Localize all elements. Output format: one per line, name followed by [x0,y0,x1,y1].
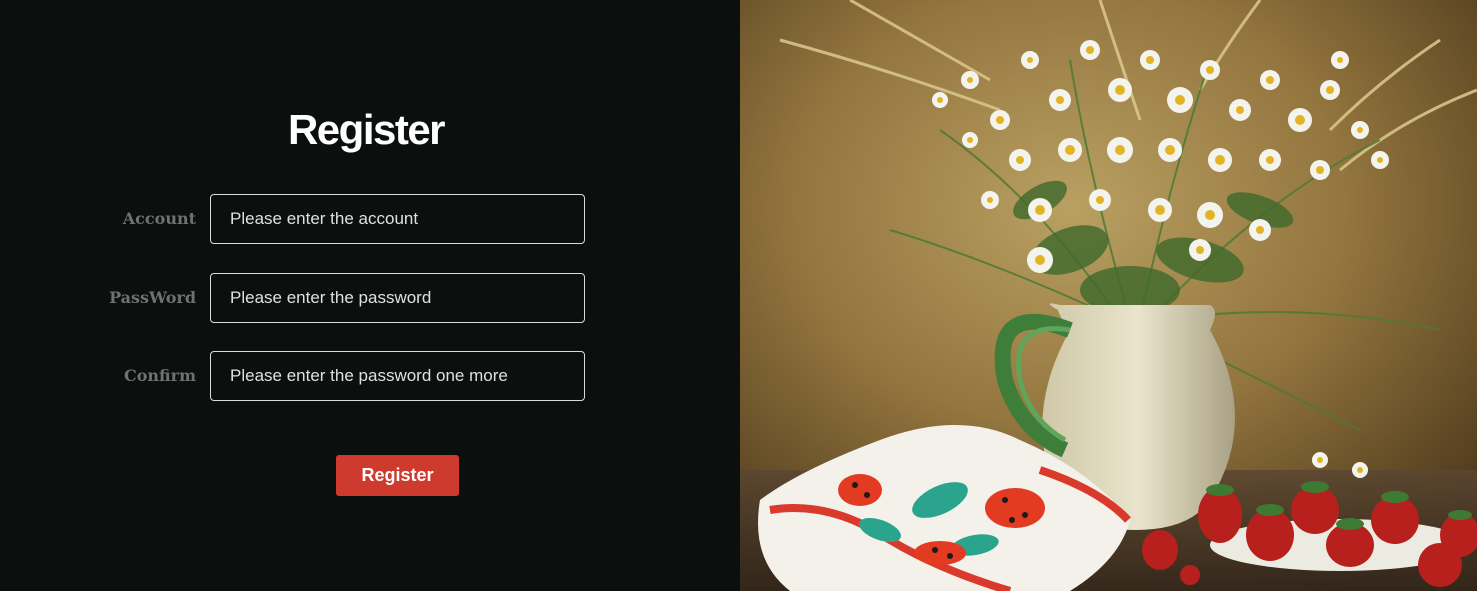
account-input[interactable] [211,195,584,243]
password-input[interactable] [211,274,584,322]
page-title: Register [287,106,446,153]
account-field-box[interactable] [210,194,585,244]
hero-image [740,0,1477,591]
confirm-field-box[interactable] [210,351,585,401]
password-label: PassWord [109,288,196,307]
confirm-label: Confirm [123,366,196,385]
password-field-box[interactable] [210,273,585,323]
still-life-illustration [740,0,1477,591]
confirm-password-input[interactable] [211,352,584,400]
register-button[interactable]: Register [336,455,459,496]
register-panel: Register Account PassWord Confirm Regist… [0,0,740,591]
account-label: Account [122,209,196,228]
register-page: Register Account PassWord Confirm Regist… [0,0,1477,591]
